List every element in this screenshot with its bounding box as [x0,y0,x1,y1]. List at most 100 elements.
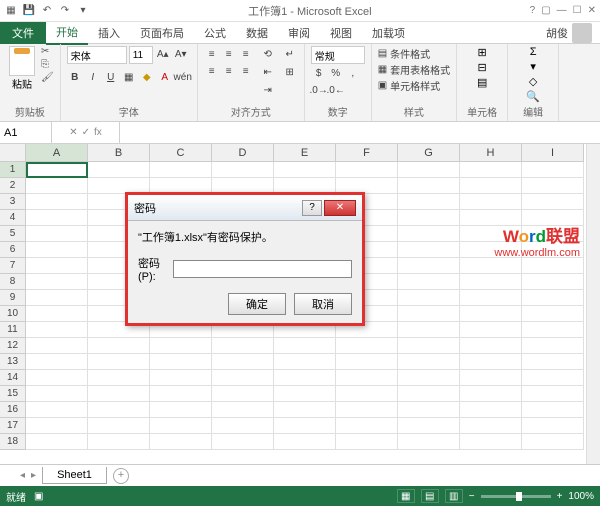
tab-data[interactable]: 数据 [236,22,278,44]
align-bottom-icon[interactable]: ≡ [238,46,254,62]
cell[interactable] [460,194,522,210]
password-input[interactable] [173,260,352,278]
cell[interactable] [522,258,584,274]
cell[interactable] [26,210,88,226]
cell[interactable] [522,386,584,402]
cell[interactable] [274,338,336,354]
cell[interactable] [26,290,88,306]
cell[interactable] [522,306,584,322]
tab-layout[interactable]: 页面布局 [130,22,194,44]
cell[interactable] [460,258,522,274]
cell[interactable] [88,162,150,178]
font-name-combo[interactable]: 宋体 [67,46,127,64]
cell[interactable] [274,162,336,178]
row-header[interactable]: 18 [0,434,26,450]
cell[interactable] [212,434,274,450]
cell[interactable] [274,354,336,370]
view-normal-icon[interactable]: ▦ [397,489,415,503]
cell[interactable] [150,418,212,434]
row-header[interactable]: 15 [0,386,26,402]
cell[interactable] [460,402,522,418]
cell[interactable] [398,306,460,322]
paste-button[interactable]: 粘贴 [6,46,38,91]
merge-icon[interactable]: ⊞ [282,64,298,80]
sheet-nav-prev-icon[interactable]: ◂ [20,470,25,481]
view-break-icon[interactable]: ▥ [445,489,463,503]
underline-button[interactable]: U [103,69,119,85]
cell[interactable] [460,162,522,178]
bold-button[interactable]: B [67,69,83,85]
cell[interactable] [398,290,460,306]
cell[interactable] [460,290,522,306]
cell[interactable] [460,338,522,354]
help-icon[interactable]: ? [530,5,536,16]
zoom-slider[interactable] [481,495,551,498]
cell[interactable] [150,338,212,354]
cell[interactable] [398,354,460,370]
row-header[interactable]: 7 [0,258,26,274]
cell[interactable] [336,354,398,370]
maximize-icon[interactable]: ☐ [573,5,582,16]
col-header[interactable]: D [212,144,274,162]
indent-decrease-icon[interactable]: ⇤ [260,64,276,80]
col-header[interactable]: C [150,144,212,162]
tab-view[interactable]: 视图 [320,22,362,44]
tab-addins[interactable]: 加载项 [362,22,415,44]
cut-icon[interactable]: ✂ [41,46,54,57]
table-format-button[interactable]: ▦套用表格格式 [378,62,450,77]
save-icon[interactable]: 💾 [22,4,36,18]
redo-icon[interactable]: ↷ [58,4,72,18]
cell[interactable] [398,370,460,386]
dialog-help-button[interactable]: ? [302,200,322,216]
cell[interactable] [336,370,398,386]
decrease-font-icon[interactable]: A▾ [173,46,189,62]
cell[interactable] [336,434,398,450]
cell[interactable] [398,418,460,434]
cell[interactable] [522,370,584,386]
cell[interactable] [398,386,460,402]
cell[interactable] [522,194,584,210]
cell[interactable] [398,274,460,290]
cell[interactable] [522,322,584,338]
format-painter-icon[interactable]: 🖌 [41,72,54,83]
orientation-icon[interactable]: ⟲ [260,46,276,62]
cell[interactable] [398,402,460,418]
select-all-corner[interactable] [0,144,26,162]
enter-formula-icon[interactable]: ✓ [82,127,90,138]
fill-icon[interactable]: ▾ [530,60,536,73]
copy-icon[interactable]: ⎘ [41,59,54,70]
row-header[interactable]: 6 [0,242,26,258]
view-layout-icon[interactable]: ▤ [421,489,439,503]
cell[interactable] [88,402,150,418]
row-header[interactable]: 8 [0,274,26,290]
row-header[interactable]: 2 [0,178,26,194]
account[interactable]: 胡俊 [538,23,600,43]
close-icon[interactable]: ✕ [588,5,596,16]
cell[interactable] [398,194,460,210]
dialog-titlebar[interactable]: 密码 ? ✕ [128,195,362,221]
cell[interactable] [336,402,398,418]
align-left-icon[interactable]: ≡ [204,63,220,79]
cell[interactable] [26,370,88,386]
cell[interactable] [460,322,522,338]
find-icon[interactable]: 🔍 [526,90,540,103]
cell[interactable] [26,194,88,210]
cell[interactable] [212,402,274,418]
cell[interactable] [26,306,88,322]
cell[interactable] [212,418,274,434]
row-header[interactable]: 17 [0,418,26,434]
cell[interactable] [522,162,584,178]
zoom-level[interactable]: 100% [568,491,594,502]
vertical-scrollbar[interactable] [586,144,600,464]
tab-insert[interactable]: 插入 [88,22,130,44]
col-header[interactable]: H [460,144,522,162]
currency-icon[interactable]: $ [311,65,327,81]
undo-icon[interactable]: ↶ [40,4,54,18]
tab-review[interactable]: 审阅 [278,22,320,44]
cell[interactable] [274,370,336,386]
cell[interactable] [522,402,584,418]
cell[interactable] [150,354,212,370]
align-right-icon[interactable]: ≡ [238,63,254,79]
clear-icon[interactable]: ◇ [529,75,537,88]
cell[interactable] [336,162,398,178]
